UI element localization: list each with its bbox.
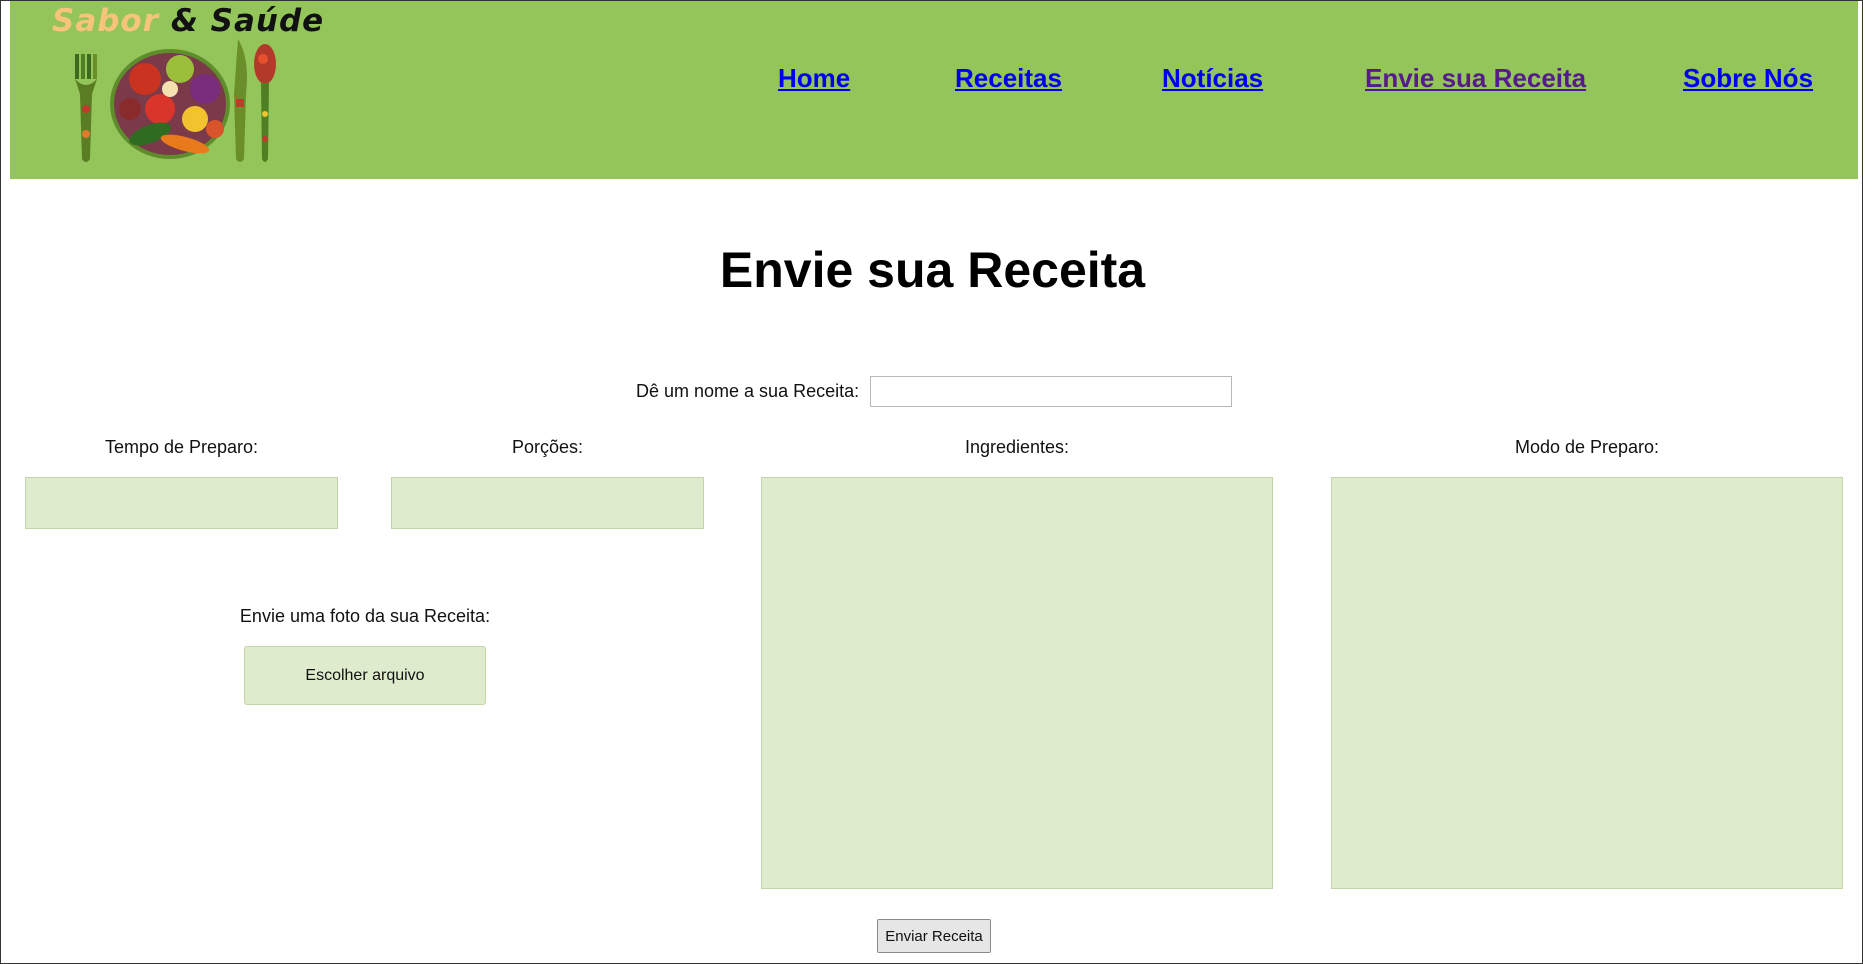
photo-upload-label: Envie uma foto da sua Receita:: [239, 606, 491, 626]
nav-link-sobre-nos[interactable]: Sobre Nós: [1683, 63, 1813, 94]
page-title: Envie sua Receita: [719, 242, 1146, 298]
prep-time-label: Tempo de Preparo:: [104, 437, 259, 457]
nav-link-envie-sua-receita[interactable]: Envie sua Receita: [1365, 63, 1586, 94]
ingredients-label: Ingredientes:: [964, 437, 1070, 457]
recipe-name-label: Dê um nome a sua Receita:: [636, 381, 860, 401]
submit-recipe-button[interactable]: Enviar Receita: [877, 919, 991, 953]
ingredients-textarea[interactable]: [761, 477, 1273, 889]
logo-word-sabor: Sabor: [52, 3, 160, 39]
servings-input[interactable]: [391, 477, 704, 529]
site-logo[interactable]: Sabor & Saúde: [52, 1, 323, 166]
servings-label: Porções:: [511, 437, 584, 457]
cutlery-vegetables-icon: [75, 39, 276, 162]
site-header: Sabor & Saúde Home Receitas Notícias Env…: [10, 1, 1858, 179]
prep-time-input[interactable]: [25, 477, 338, 529]
logo-word-saude: Saúde: [210, 3, 325, 39]
method-label: Modo de Preparo:: [1514, 437, 1660, 457]
nav-link-home[interactable]: Home: [778, 63, 850, 94]
method-textarea[interactable]: [1331, 477, 1843, 889]
recipe-name-input[interactable]: [870, 376, 1232, 407]
choose-file-button[interactable]: Escolher arquivo: [244, 646, 486, 705]
logo-ampersand: &: [170, 3, 199, 39]
logo-text: Sabor & Saúde: [52, 3, 324, 39]
nav-link-receitas[interactable]: Receitas: [955, 63, 1062, 94]
nav-link-noticias[interactable]: Notícias: [1162, 63, 1263, 94]
